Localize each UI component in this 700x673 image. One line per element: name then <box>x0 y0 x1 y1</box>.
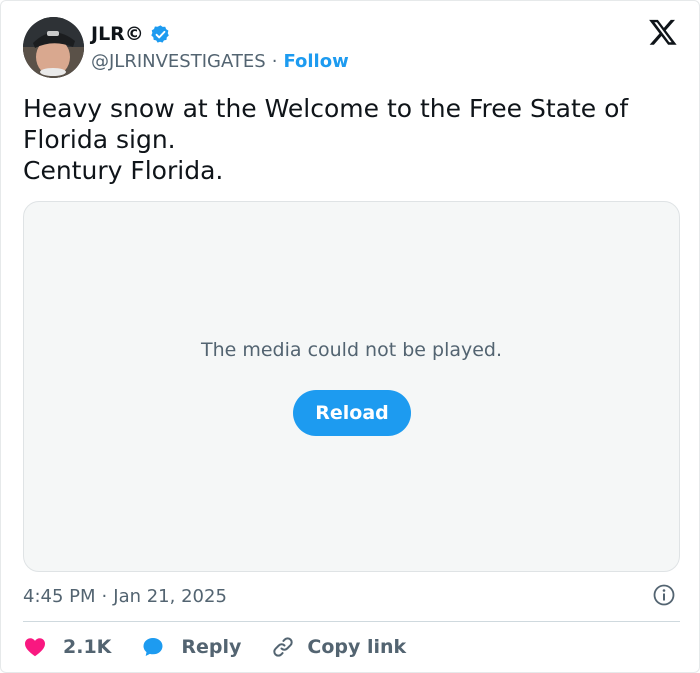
tweet-text-line: Florida sign. <box>23 125 176 154</box>
author-display-name[interactable]: JLR© <box>91 23 144 45</box>
timestamp: 4:45 PM · Jan 21, 2025 <box>23 583 227 609</box>
like-button[interactable]: 2.1K <box>23 635 111 659</box>
reload-button[interactable]: Reload <box>293 390 411 436</box>
action-bar: 2.1K Reply Copy link <box>23 633 436 661</box>
avatar-image <box>23 17 84 78</box>
tweet-date-link[interactable]: Jan 21, 2025 <box>113 586 227 607</box>
author-name-row: JLR© <box>91 21 171 47</box>
media-error-message: The media could not be played. <box>200 339 503 361</box>
avatar[interactable] <box>23 17 84 78</box>
info-icon[interactable] <box>652 583 676 607</box>
reply-label: Reply <box>181 636 242 658</box>
follow-button[interactable]: Follow <box>283 51 348 72</box>
separator-dot: · <box>271 50 278 72</box>
tweet-time-link[interactable]: 4:45 PM <box>23 586 96 607</box>
tweet-text-line: Heavy snow at the Welcome to the Free St… <box>23 94 629 123</box>
copy-link-label: Copy link <box>307 636 407 658</box>
x-logo-icon[interactable] <box>648 17 678 47</box>
heart-icon <box>25 638 45 657</box>
like-count: 2.1K <box>63 636 112 658</box>
author-handle[interactable]: @JLRINVESTIGATES <box>91 51 266 72</box>
copy-link-button[interactable]: Copy link <box>271 635 406 659</box>
tweet-text-line: Century Florida. <box>23 156 224 185</box>
media-player: The media could not be played. Reload <box>23 201 680 572</box>
verified-badge-icon <box>151 24 169 43</box>
speech-bubble-icon <box>143 638 163 656</box>
divider <box>23 621 680 622</box>
link-icon <box>273 637 294 657</box>
author-handle-row: @JLRINVESTIGATES · Follow <box>91 48 349 74</box>
reply-button[interactable]: Reply <box>141 635 241 659</box>
tweet-card: JLR© @JLRINVESTIGATES · Follow Heavy sno… <box>0 0 700 673</box>
tweet-text: Heavy snow at the Welcome to the Free St… <box>23 93 673 186</box>
separator-dot: · <box>101 585 108 607</box>
